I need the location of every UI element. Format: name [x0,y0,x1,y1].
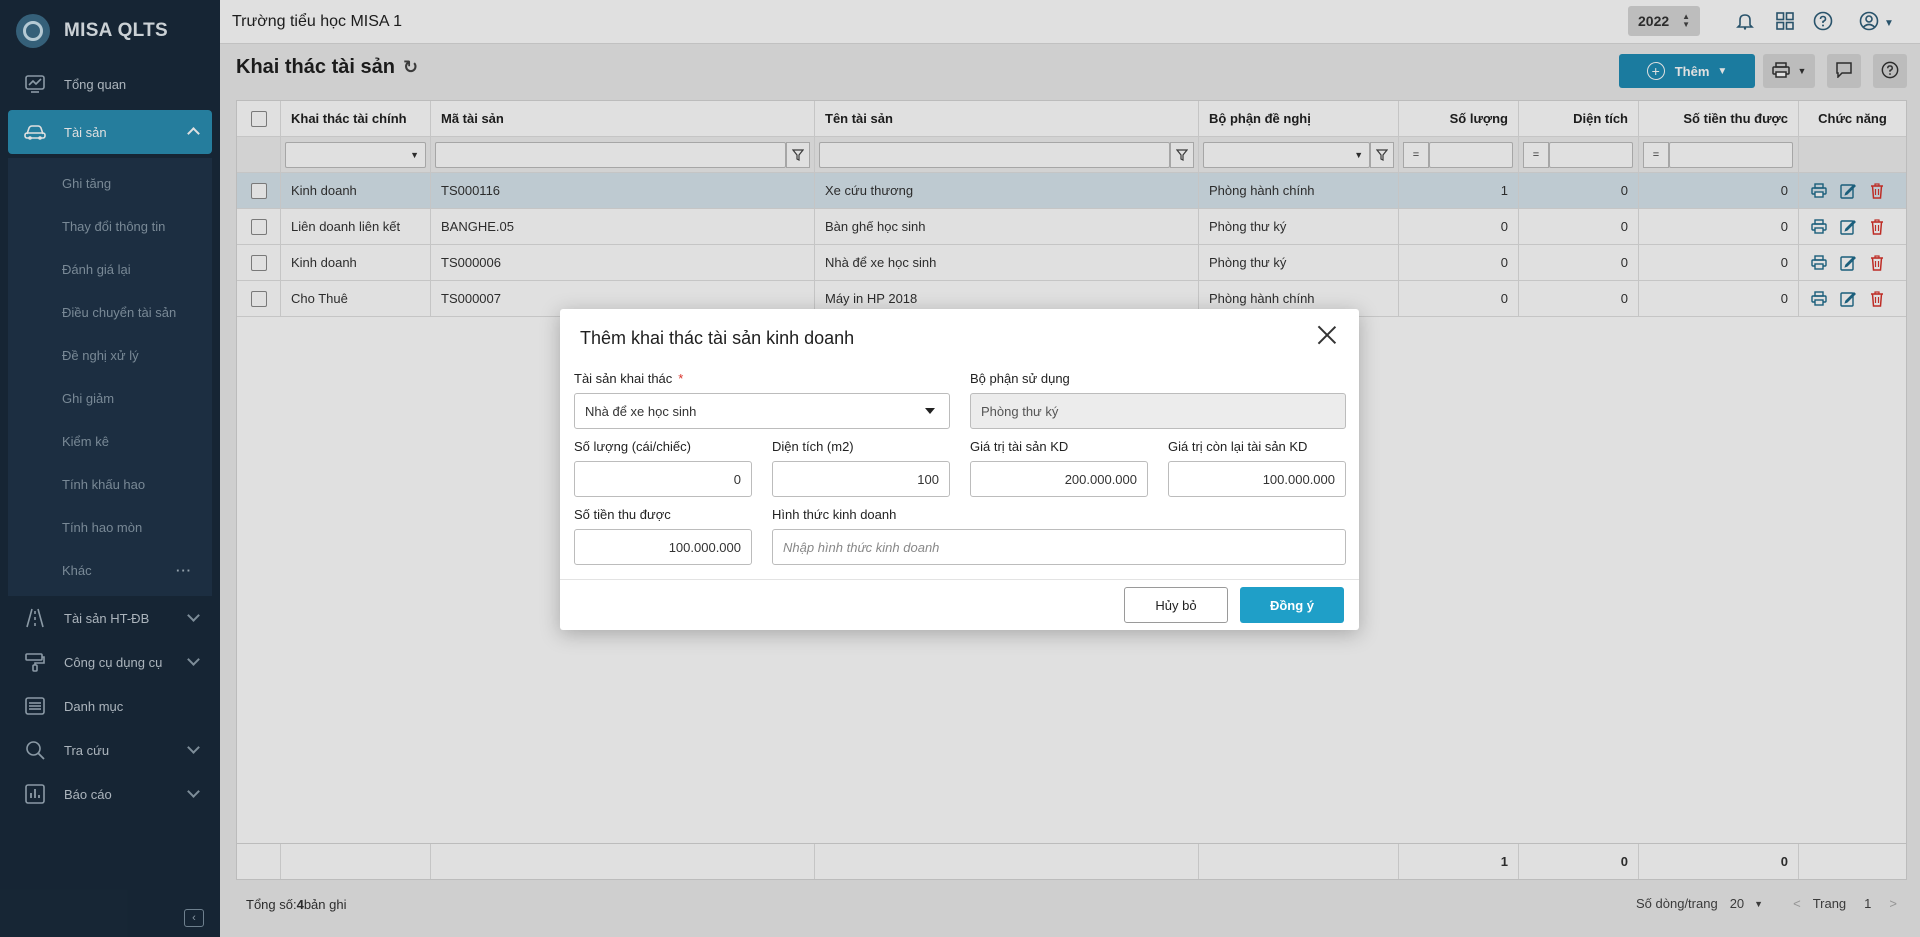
area-field-label: Diện tích (m2) [772,439,854,454]
amount-field-label: Số tiền thu được [574,507,671,522]
dialog-title: Thêm khai thác tài sản kinh doanh [580,328,855,348]
asset-select[interactable]: Nhà để xe học sinh [574,393,950,429]
asset-field-label: Tài sản khai thác * [574,371,683,386]
department-field: Phòng thư ký [970,393,1346,429]
business-form-input[interactable]: Nhập hình thức kinh doanh [772,529,1346,565]
dialog-divider [560,579,1359,580]
area-input[interactable]: 100 [772,461,950,497]
caret-down-icon [925,408,935,414]
asset-label-text: Tài sản khai thác [574,371,673,386]
remaining-value-field-label: Giá trị còn lại tài sản KD [1168,439,1308,454]
asset-select-value: Nhà để xe học sinh [585,403,697,419]
asset-value-input[interactable]: 200.000.000 [970,461,1148,497]
add-business-usage-dialog: Thêm khai thác tài sản kinh doanh Tài sả… [560,309,1359,630]
confirm-button[interactable]: Đồng ý [1240,587,1344,623]
required-mark: * [678,371,684,386]
close-icon[interactable] [1317,325,1337,345]
amount-input[interactable]: 100.000.000 [574,529,752,565]
quantity-input[interactable]: 0 [574,461,752,497]
business-form-field-label: Hình thức kinh doanh [772,507,897,522]
cancel-button[interactable]: Hủy bỏ [1124,587,1228,623]
remaining-value-input[interactable]: 100.000.000 [1168,461,1346,497]
department-field-label: Bộ phận sử dụng [970,371,1070,386]
asset-value-field-label: Giá trị tài sản KD [970,439,1069,454]
quantity-field-label: Số lượng (cái/chiếc) [574,439,691,454]
